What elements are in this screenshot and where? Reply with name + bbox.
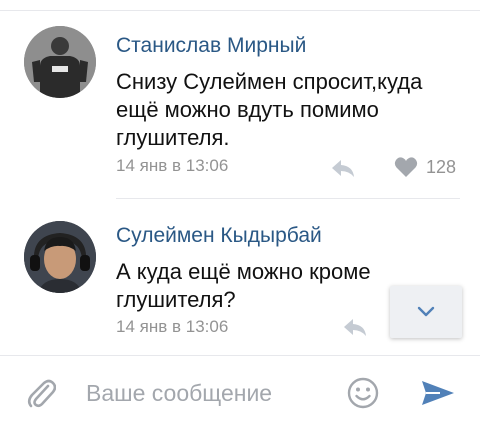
comment-time: 14 янв в 13:06 <box>116 317 229 336</box>
message-input[interactable] <box>86 376 326 410</box>
scroll-down-button[interactable] <box>390 286 462 338</box>
avatar[interactable] <box>24 221 96 293</box>
comment-item: Станислав Мирный Снизу Сулеймен спросит,… <box>0 11 480 199</box>
reply-icon[interactable] <box>342 317 368 337</box>
send-icon[interactable] <box>420 378 456 408</box>
comment-text: Снизу Сулеймен спросит,куда ещё можно вд… <box>116 69 423 150</box>
avatar[interactable] <box>24 26 96 98</box>
paperclip-icon[interactable] <box>26 376 56 410</box>
smiley-icon[interactable] <box>346 376 380 410</box>
reply-icon[interactable] <box>330 158 356 178</box>
avatar-image <box>24 26 96 98</box>
like-count: 128 <box>426 156 457 177</box>
comment-author[interactable]: Сулеймен Кыдырбай <box>116 224 322 248</box>
like-button[interactable]: 128 <box>394 155 456 179</box>
comment-time: 14 янв в 13:06 <box>116 156 229 175</box>
avatar-image <box>24 221 96 293</box>
comment-divider <box>116 198 460 199</box>
heart-icon <box>394 157 418 177</box>
comment-author[interactable]: Станислав Мирный <box>116 34 306 58</box>
chevron-down-icon <box>417 306 435 317</box>
message-composer <box>0 355 480 429</box>
